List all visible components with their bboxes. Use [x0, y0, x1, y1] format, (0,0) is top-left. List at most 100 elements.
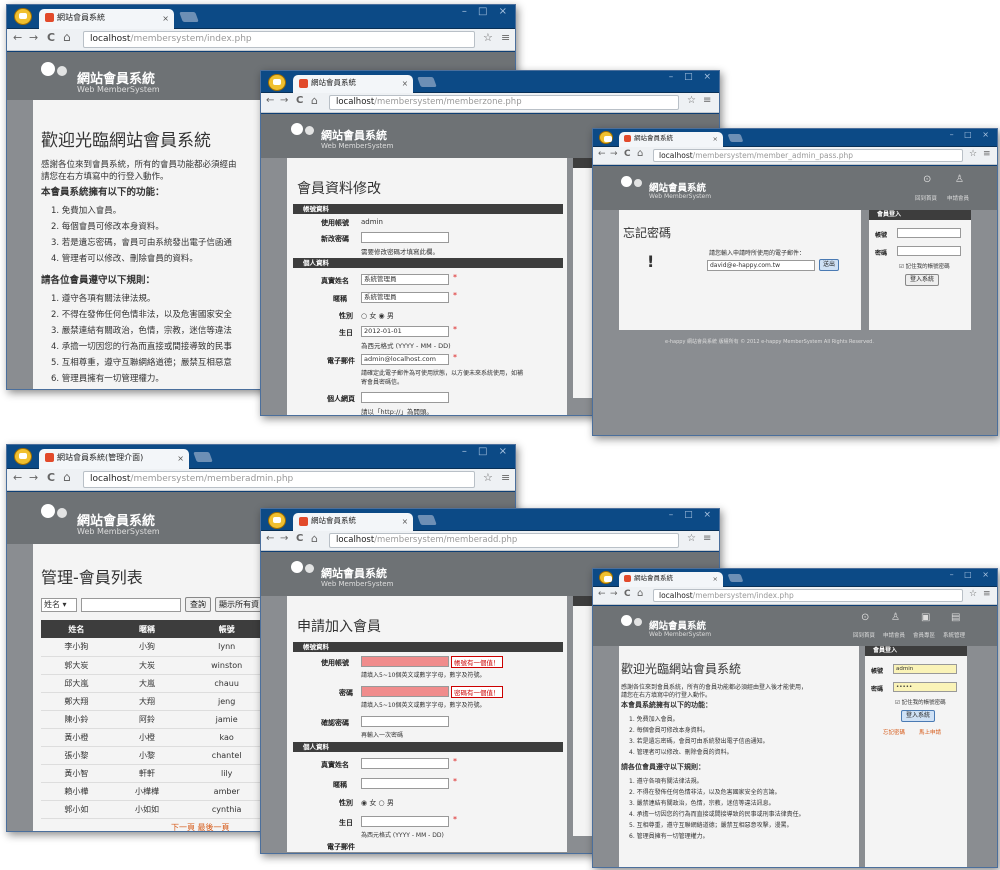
remember-checkbox[interactable]: ☑ 記住我的帳號密碼 — [895, 698, 946, 706]
star-icon[interactable]: ☆ — [687, 95, 696, 106]
column-header-name[interactable]: 姓名 — [41, 620, 112, 638]
browser-tab[interactable]: 網站會員系統 × — [293, 75, 413, 93]
account-input[interactable]: admin — [893, 664, 957, 674]
password-input[interactable]: ••••• — [893, 682, 957, 692]
gender-radio-group[interactable]: ○ 女 ◉ 男 — [361, 311, 394, 321]
nav-join-icon[interactable]: ♙ — [955, 174, 964, 185]
account-input[interactable] — [897, 228, 961, 238]
star-icon[interactable]: ☆ — [969, 149, 977, 159]
nav-join-icon[interactable]: ♙ — [891, 612, 900, 623]
window-controls[interactable]: – □ × — [950, 130, 993, 139]
reload-icon[interactable]: C — [296, 95, 303, 106]
login-button[interactable]: 登入系統 — [905, 274, 939, 286]
nickname-input[interactable]: 系統管理員 — [361, 292, 449, 303]
home-icon[interactable]: ⌂ — [63, 30, 71, 44]
home-icon[interactable]: ⌂ — [637, 148, 643, 159]
birthday-input[interactable]: 2012-01-01 — [361, 326, 449, 337]
username-input[interactable] — [361, 656, 449, 667]
reload-icon[interactable]: C — [47, 471, 55, 484]
gender-radio-group[interactable]: ◉ 女 ○ 男 — [361, 798, 394, 808]
back-icon[interactable]: ← — [266, 95, 274, 106]
search-button[interactable]: 查詢 — [185, 597, 211, 612]
table-row[interactable]: 黃小橙 小橙 kao — [41, 728, 271, 747]
tab-close-icon[interactable]: × — [177, 450, 184, 468]
back-icon[interactable]: ← — [13, 31, 22, 44]
pagination-links[interactable]: 下一頁 最後一頁 — [171, 822, 230, 831]
nav-home-icon[interactable]: ⊙ — [923, 174, 931, 185]
table-row[interactable]: 黃小智 軒軒 lily — [41, 764, 271, 783]
nav-home-label[interactable]: 回到首頁 — [915, 194, 937, 202]
menu-icon[interactable]: ≡ — [703, 95, 711, 106]
back-icon[interactable]: ← — [13, 471, 22, 484]
nav-home-label[interactable]: 回到首頁 — [853, 631, 875, 639]
birthday-input[interactable] — [361, 816, 449, 827]
join-now-link[interactable]: 馬上申請 — [919, 728, 941, 736]
table-row[interactable]: 郭小如 小如如 cynthia — [41, 800, 271, 819]
star-icon[interactable]: ☆ — [969, 589, 977, 599]
reload-icon[interactable]: C — [624, 149, 631, 159]
back-icon[interactable]: ← — [598, 149, 606, 159]
browser-tab[interactable]: 網站會員系統 × — [39, 9, 174, 29]
nav-admin-label[interactable]: 系統管理 — [943, 631, 965, 639]
browser-tab[interactable]: 網站會員系統 × — [293, 513, 413, 531]
nav-home-icon[interactable]: ⊙ — [861, 612, 869, 623]
reload-icon[interactable]: C — [47, 31, 55, 44]
password-input[interactable] — [361, 686, 449, 697]
nav-admin-icon[interactable]: ▤ — [951, 612, 960, 623]
tab-close-icon[interactable]: × — [402, 76, 408, 92]
confirm-password-input[interactable] — [361, 716, 449, 727]
nickname-input[interactable] — [361, 778, 449, 789]
star-icon[interactable]: ☆ — [687, 533, 696, 544]
search-input[interactable] — [81, 598, 181, 612]
menu-icon[interactable]: ≡ — [501, 471, 510, 484]
send-button[interactable]: 送出 — [819, 259, 839, 271]
reload-icon[interactable]: C — [624, 589, 631, 599]
star-icon[interactable]: ☆ — [483, 31, 493, 44]
menu-icon[interactable]: ≡ — [983, 589, 991, 599]
real-name-input[interactable]: 系統管理員 — [361, 274, 449, 285]
menu-icon[interactable]: ≡ — [703, 533, 711, 544]
address-bar[interactable]: localhost/membersystem/index.php — [83, 31, 475, 48]
real-name-input[interactable] — [361, 758, 449, 769]
window-controls[interactable]: – □ × — [669, 72, 715, 82]
home-icon[interactable]: ⌂ — [637, 588, 643, 599]
star-icon[interactable]: ☆ — [483, 471, 493, 484]
address-bar[interactable]: localhost/membersystem/memberadmin.php — [83, 471, 475, 488]
window-controls[interactable]: – □ × — [462, 6, 511, 17]
window-controls[interactable]: – □ × — [462, 446, 511, 457]
login-button[interactable]: 登入系統 — [901, 710, 935, 722]
new-tab-button[interactable] — [193, 452, 213, 462]
back-icon[interactable]: ← — [266, 533, 274, 544]
window-controls[interactable]: – □ × — [950, 570, 993, 579]
reload-icon[interactable]: C — [296, 533, 303, 544]
email-input[interactable]: david@e-happy.com.tw — [707, 260, 815, 271]
address-bar[interactable]: localhost/membersystem/memberzone.php — [329, 95, 679, 110]
new-tab-button[interactable] — [417, 77, 437, 87]
table-row[interactable]: 李小狗 小狗 lynn — [41, 638, 271, 657]
tab-close-icon[interactable]: × — [402, 514, 408, 530]
new-tab-button[interactable] — [727, 574, 744, 582]
browser-tab[interactable]: 網站會員系統 × — [619, 572, 723, 587]
tab-close-icon[interactable]: × — [713, 133, 718, 146]
browser-tab[interactable]: 網站會員系統 × — [619, 132, 723, 147]
home-icon[interactable]: ⌂ — [311, 94, 318, 107]
table-row[interactable]: 郭大炭 大炭 winston — [41, 656, 271, 675]
table-row[interactable]: 張小黎 小黎 chantel — [41, 746, 271, 765]
address-bar[interactable]: localhost/membersystem/member_admin_pass… — [653, 149, 963, 162]
forward-icon[interactable]: → — [610, 149, 618, 159]
table-row[interactable]: 邱大嵐 大嵐 chauu — [41, 674, 271, 693]
window-controls[interactable]: – □ × — [669, 510, 715, 520]
tab-close-icon[interactable]: × — [162, 10, 169, 28]
nav-join-label[interactable]: 申請會員 — [883, 631, 905, 639]
new-tab-button[interactable] — [179, 12, 199, 22]
home-icon[interactable]: ⌂ — [311, 532, 318, 545]
table-row[interactable]: 賴小樺 小樺樺 amber — [41, 782, 271, 801]
forward-icon[interactable]: → — [280, 533, 288, 544]
email-input[interactable]: admin@localhost.com — [361, 354, 449, 365]
forgot-password-link[interactable]: 忘記密碼 — [883, 728, 905, 736]
password-input[interactable] — [897, 246, 961, 256]
new-password-input[interactable] — [361, 232, 449, 243]
home-icon[interactable]: ⌂ — [63, 470, 71, 484]
forward-icon[interactable]: → — [29, 471, 38, 484]
menu-icon[interactable]: ≡ — [983, 149, 991, 159]
